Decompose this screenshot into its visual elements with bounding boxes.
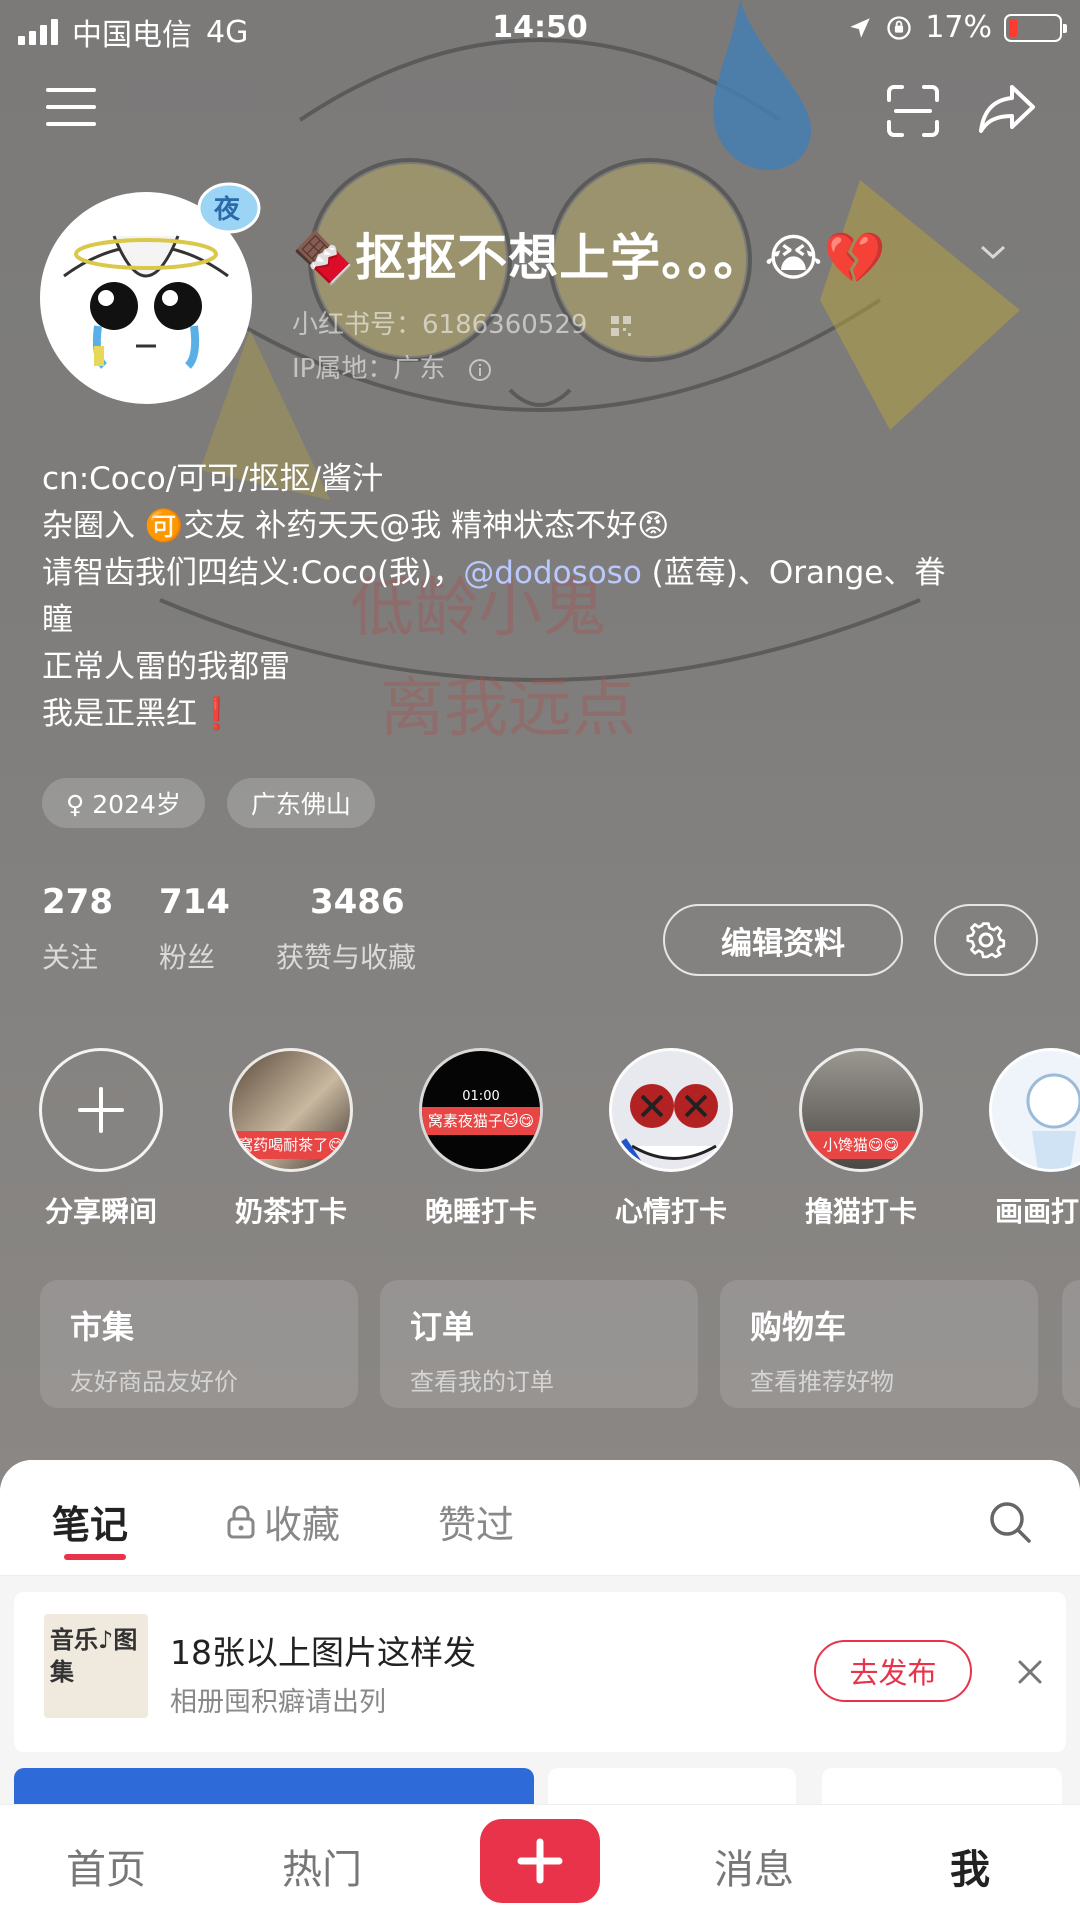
chevron-down-icon[interactable] — [978, 242, 1008, 262]
create-post-button[interactable] — [480, 1819, 600, 1903]
feed-card[interactable] — [548, 1768, 796, 1808]
settings-button[interactable] — [934, 904, 1038, 976]
tab-collect[interactable]: 收藏 — [226, 1494, 340, 1549]
plus-icon — [39, 1048, 163, 1172]
bio-line: cn:Coco/可可/抠抠/酱汁 — [42, 461, 384, 497]
nav-me[interactable]: 我 — [950, 1837, 990, 1895]
plus-icon — [517, 1838, 563, 1884]
highlight-thumbnail — [609, 1048, 733, 1172]
bio-line: 我是正黑红❗ — [42, 696, 236, 732]
promo-subtitle: 相册囤积癖请出列 — [170, 1687, 386, 1718]
nav-hot[interactable]: 热门 — [282, 1837, 362, 1895]
bio-line: 杂圈入 🉑交友 补药天天@我 精神状态不好😡 — [42, 508, 670, 544]
shortcut-cards: 市集 友好商品友好价 订单 查看我的订单 购物车 查看推荐好物 — [40, 1280, 1038, 1408]
feed-card[interactable] — [822, 1768, 1062, 1808]
highlight-item[interactable]: 心情打卡 — [586, 1048, 756, 1228]
orders-card[interactable]: 订单 查看我的订单 — [380, 1280, 698, 1408]
svg-text:夜: 夜 — [213, 194, 241, 225]
promo-thumbnail: 音乐♪图集 — [44, 1614, 148, 1718]
followers-stat[interactable]: 714 粉丝 — [159, 882, 230, 976]
share-icon[interactable] — [972, 74, 1042, 144]
location-arrow-icon — [850, 17, 871, 38]
highlight-thumbnail: 小馋猫😋😋 — [799, 1048, 923, 1172]
ip-location: IP属地：广东 — [292, 348, 492, 385]
feed-card[interactable] — [14, 1768, 534, 1808]
highlight-thumbnail: 窝药喝耐茶了😋 — [229, 1048, 353, 1172]
publish-tip-card[interactable]: 音乐♪图集 18张以上图片这样发 相册囤积癖请出列 去发布 — [14, 1592, 1066, 1752]
qr-code-icon[interactable] — [610, 315, 632, 337]
nav-home[interactable]: 首页 — [66, 1837, 146, 1895]
avatar[interactable]: 夜 — [40, 182, 261, 404]
likes-collections-stat[interactable]: 3486 获赞与收藏 — [276, 882, 416, 976]
highlight-item[interactable]: 01:00 窝素夜猫子🐱😋 晚睡打卡 — [396, 1048, 566, 1228]
tab-notes[interactable]: 笔记 — [52, 1494, 128, 1549]
highlight-add[interactable]: 分享瞬间 — [16, 1048, 186, 1228]
content-tabs: 笔记 收藏 赞过 — [0, 1460, 1080, 1576]
nav-messages[interactable]: 消息 — [714, 1837, 794, 1895]
more-card-edge[interactable] — [1062, 1280, 1080, 1408]
bio: cn:Coco/可可/抠抠/酱汁 杂圈入 🉑交友 补药天天@我 精神状态不好😡 … — [42, 456, 1042, 738]
night-badge-icon: 夜 — [194, 178, 264, 238]
scan-icon[interactable] — [878, 76, 948, 146]
highlight-item[interactable]: 窝药喝耐茶了😋 奶茶打卡 — [206, 1048, 376, 1228]
menu-icon[interactable] — [36, 72, 106, 142]
battery-percent: 17% — [925, 10, 992, 45]
mention-link[interactable]: @dodososo — [463, 555, 642, 591]
cart-card[interactable]: 购物车 查看推荐好物 — [720, 1280, 1038, 1408]
search-icon[interactable] — [988, 1500, 1032, 1544]
following-stat[interactable]: 278 关注 — [42, 882, 113, 976]
highlight-thumbnail: 01:00 窝素夜猫子🐱😋 — [419, 1048, 543, 1172]
highlight-item[interactable]: 画画打卡 — [966, 1048, 1080, 1228]
bio-line: 请智齿我们四结义:Coco(我)，@dodososo (蓝莓)、Orange、眷 — [42, 555, 946, 591]
lock-icon — [227, 1505, 255, 1538]
profile-tags: ♀ 2024岁 广东佛山 — [42, 778, 375, 828]
location-tag: 广东佛山 — [226, 778, 375, 828]
status-bar: 中国电信 4G 14:50 17% — [0, 0, 1080, 56]
bio-line: 正常人雷的我都雷 — [42, 649, 290, 685]
rotation-lock-icon — [887, 15, 911, 40]
gear-icon — [966, 922, 1006, 959]
market-card[interactable]: 市集 友好商品友好价 — [40, 1280, 358, 1408]
red-id[interactable]: 小红书号：6186360529 — [292, 304, 632, 341]
publish-button[interactable]: 去发布 — [814, 1640, 972, 1702]
tab-liked[interactable]: 赞过 — [438, 1494, 514, 1549]
story-highlights: 分享瞬间 窝药喝耐茶了😋 奶茶打卡 01:00 窝素夜猫子🐱😋 晚睡打卡 心情打… — [0, 1048, 1080, 1228]
info-icon[interactable] — [468, 358, 492, 382]
bio-line: 瞳 — [42, 602, 73, 638]
nickname: 🍫抠抠不想上学。。。😭💔 — [292, 229, 887, 287]
stats: 278 关注 714 粉丝 3486 获赞与收藏 — [42, 882, 462, 976]
highlight-thumbnail — [989, 1048, 1080, 1172]
battery-icon — [1004, 13, 1067, 42]
highlight-item[interactable]: 小馋猫😋😋 撸猫打卡 — [776, 1048, 946, 1228]
gender-age-tag: ♀ 2024岁 — [42, 778, 205, 828]
promo-title: 18张以上图片这样发 — [170, 1633, 476, 1672]
close-icon[interactable] — [1010, 1652, 1050, 1692]
top-nav — [0, 70, 1080, 150]
bottom-nav: 首页 热门 消息 我 — [0, 1804, 1080, 1920]
active-tab-indicator — [64, 1554, 126, 1560]
edit-profile-button[interactable]: 编辑资料 — [663, 904, 903, 976]
